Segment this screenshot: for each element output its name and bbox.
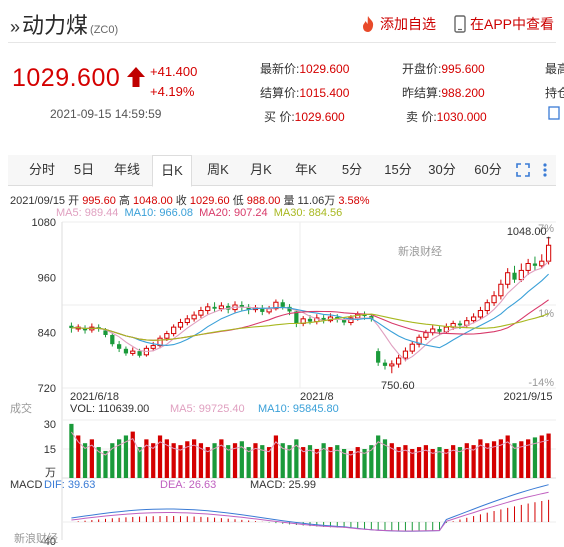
candle [123,348,129,354]
candle [307,318,313,322]
candle [525,263,531,271]
high-annotation: 1048.00 [507,226,547,238]
candle [280,302,285,307]
candle [110,334,115,345]
line-ma10 [71,273,549,349]
candle [437,328,442,332]
candle [402,350,409,359]
candle [376,351,381,363]
candle [171,326,177,335]
date-label-0: 2021/6/18 [70,391,119,403]
low-annotation: 750.60 [381,380,415,392]
candle [184,318,190,324]
vol-value: VOL: 110639.00 [70,403,149,415]
price-tick-0: 1080 [32,217,56,229]
vol-tick-1: 15 [44,444,56,456]
vol-tick-2: 万 [45,467,56,479]
candle [150,345,156,349]
macd-dea: DEA: 26.63 [160,479,216,491]
candle [545,244,552,262]
candle [518,269,524,281]
candle [491,295,497,304]
macd-dif: DIF: 39.63 [44,479,95,491]
candle [512,272,517,280]
footer-watermark: 新浪财经 [14,531,58,545]
volume-bar [69,423,74,478]
candle [164,333,170,339]
macd-dea-line [71,491,549,532]
candle [218,305,224,310]
candle [341,319,347,323]
macd-value: MACD: 25.99 [250,479,316,491]
candle [539,260,545,267]
date-label-1: 2021/8 [300,391,334,403]
macd-pane-label: MACD [10,479,42,491]
vol-pane-label: 成交 [10,401,32,415]
price-tick-3: 720 [38,383,56,395]
date-label-2: 2021/9/15 [504,391,553,403]
vol-ma10: MA10: 95845.80 [258,403,339,415]
candle [130,350,136,354]
pct-tick-2: -14% [528,377,554,389]
candle [103,330,108,335]
candle [532,263,538,266]
candle [396,357,402,365]
candle [477,310,484,318]
macd-dif-line [71,484,549,532]
candle [137,351,142,356]
candle [470,316,477,322]
line-ma5 [71,260,549,361]
vol-tick-0: 30 [44,419,56,431]
candle [191,314,197,320]
price-tick-1: 960 [38,272,56,284]
vol-ma5: MA5: 99725.40 [170,403,245,415]
candle [484,302,490,312]
sina-watermark: 新浪财经 [398,244,442,258]
candle [198,310,204,316]
candle [389,363,395,367]
candle [457,323,463,326]
candle [177,322,184,328]
candle [505,272,511,285]
candle [117,344,122,349]
candle [205,306,211,312]
candle [212,306,217,309]
candle [423,332,429,338]
candle [382,362,388,366]
candle [409,343,415,352]
candle [239,305,244,307]
kline-chart[interactable]: 10809608407207%1%-14%新浪财经1048.00750.6020… [0,0,564,547]
price-tick-2: 840 [38,328,56,340]
candle [498,283,504,297]
